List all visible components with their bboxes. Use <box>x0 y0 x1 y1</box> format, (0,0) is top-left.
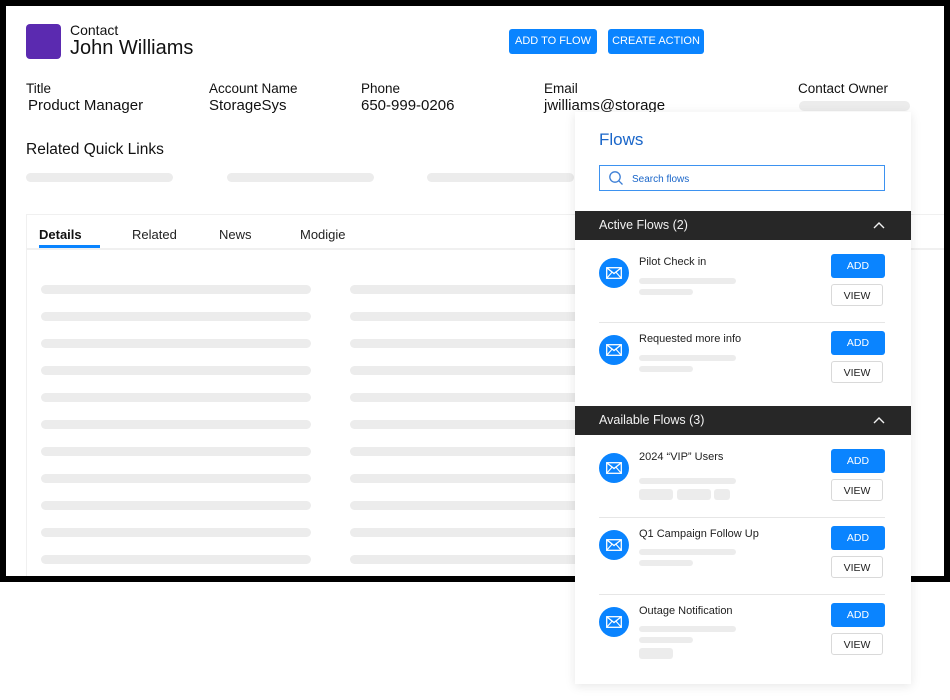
detail-field-placeholder <box>41 366 311 375</box>
tab-details[interactable]: Details <box>39 227 82 242</box>
flow-name: Q1 Campaign Follow Up <box>639 528 759 540</box>
field-value[interactable]: 650-999-0206 <box>361 97 454 114</box>
active-flows-header[interactable]: Active Flows (2) <box>575 211 911 240</box>
detail-field-placeholder <box>41 420 311 429</box>
flow-detail-placeholder <box>639 355 736 361</box>
mail-icon <box>599 607 629 637</box>
chevron-up-icon[interactable] <box>873 416 885 424</box>
detail-field-placeholder <box>41 339 311 348</box>
flow-detail-placeholder <box>639 366 693 372</box>
view-flow-button[interactable]: VIEW <box>831 284 883 306</box>
tab-news[interactable]: News <box>219 227 252 242</box>
field-title: Title Product Manager <box>26 81 143 114</box>
group-label: Available Flows (3) <box>599 413 705 427</box>
available-flows-header[interactable]: Available Flows (3) <box>575 406 911 435</box>
view-flow-button[interactable]: VIEW <box>831 556 883 578</box>
view-flow-button[interactable]: VIEW <box>831 479 883 501</box>
flow-item: Pilot Check in ADD VIEW <box>599 246 885 323</box>
flow-tag-placeholder <box>639 648 673 659</box>
tab-related[interactable]: Related <box>132 227 177 242</box>
add-flow-button[interactable]: ADD <box>831 331 885 355</box>
view-flow-button[interactable]: VIEW <box>831 633 883 655</box>
detail-field-placeholder <box>41 474 311 483</box>
add-flow-button[interactable]: ADD <box>831 526 885 550</box>
flow-detail-placeholder <box>639 560 693 566</box>
flow-item: Outage Notification ADD VIEW <box>599 595 885 671</box>
contact-owner-placeholder <box>799 101 910 111</box>
quick-link-placeholder[interactable] <box>227 173 374 182</box>
mail-icon <box>599 258 629 288</box>
flow-detail-placeholder <box>639 478 736 484</box>
add-flow-button[interactable]: ADD <box>831 449 885 473</box>
field-contact-owner: Contact Owner <box>798 81 888 96</box>
search-box[interactable] <box>599 165 885 191</box>
flow-item: Q1 Campaign Follow Up ADD VIEW <box>599 518 885 595</box>
field-account-name: Account Name StorageSys <box>209 81 298 114</box>
field-label: Title <box>26 81 52 96</box>
quick-link-placeholder[interactable] <box>427 173 574 182</box>
mail-icon <box>599 453 629 483</box>
field-label: Account Name <box>209 81 298 96</box>
flow-name: 2024 “VIP” Users <box>639 451 724 463</box>
flow-detail-placeholder <box>639 289 693 295</box>
flow-name: Pilot Check in <box>639 256 707 268</box>
field-value: Product Manager <box>28 97 144 114</box>
field-email: Email jwilliams@storage <box>544 81 665 114</box>
tab-modigie[interactable]: Modigie <box>300 227 346 242</box>
search-icon <box>609 171 623 185</box>
flow-tag-placeholder <box>714 489 730 500</box>
flow-item: Requested more info ADD VIEW <box>599 323 885 399</box>
field-value[interactable]: StorageSys <box>209 97 298 114</box>
flow-detail-placeholder <box>639 626 736 632</box>
flow-detail-placeholder <box>639 278 736 284</box>
add-flow-button[interactable]: ADD <box>831 254 885 278</box>
create-action-button[interactable]: CREATE ACTION <box>608 29 704 54</box>
flow-name: Requested more info <box>639 333 742 345</box>
add-to-flow-button[interactable]: ADD TO FLOW <box>509 29 597 54</box>
detail-field-placeholder <box>41 501 311 510</box>
flows-panel-title: Flows <box>599 130 644 149</box>
flow-name: Outage Notification <box>639 605 733 617</box>
detail-field-placeholder <box>41 312 311 321</box>
field-label: Phone <box>361 81 401 96</box>
avatar <box>26 24 61 59</box>
group-label: Active Flows (2) <box>599 218 688 232</box>
record-type: Contact <box>70 22 119 38</box>
view-flow-button[interactable]: VIEW <box>831 361 883 383</box>
quick-links-title: Related Quick Links <box>26 141 164 158</box>
field-label: Email <box>544 81 578 96</box>
detail-field-placeholder <box>41 447 311 456</box>
mail-icon <box>599 530 629 560</box>
chevron-up-icon[interactable] <box>873 221 885 229</box>
detail-field-placeholder <box>41 528 311 537</box>
flow-detail-placeholder <box>639 549 736 555</box>
add-flow-button[interactable]: ADD <box>831 603 885 627</box>
flow-item: 2024 “VIP” Users ADD VIEW <box>599 441 885 518</box>
search-flows-input[interactable] <box>630 168 874 190</box>
field-phone: Phone 650-999-0206 <box>361 81 454 114</box>
flow-tag-placeholder <box>639 489 673 500</box>
detail-field-placeholder <box>41 555 311 564</box>
record-name: John Williams <box>70 37 194 59</box>
field-label: Contact Owner <box>798 81 889 96</box>
mail-icon <box>599 335 629 365</box>
detail-field-placeholder <box>41 285 311 294</box>
quick-link-placeholder[interactable] <box>26 173 173 182</box>
detail-field-placeholder <box>41 393 311 402</box>
flow-detail-placeholder <box>639 637 693 643</box>
active-tab-indicator <box>39 245 100 248</box>
flows-panel: Flows Active Flows (2) Pilot Check in AD… <box>575 112 911 684</box>
flow-tag-placeholder <box>677 489 711 500</box>
